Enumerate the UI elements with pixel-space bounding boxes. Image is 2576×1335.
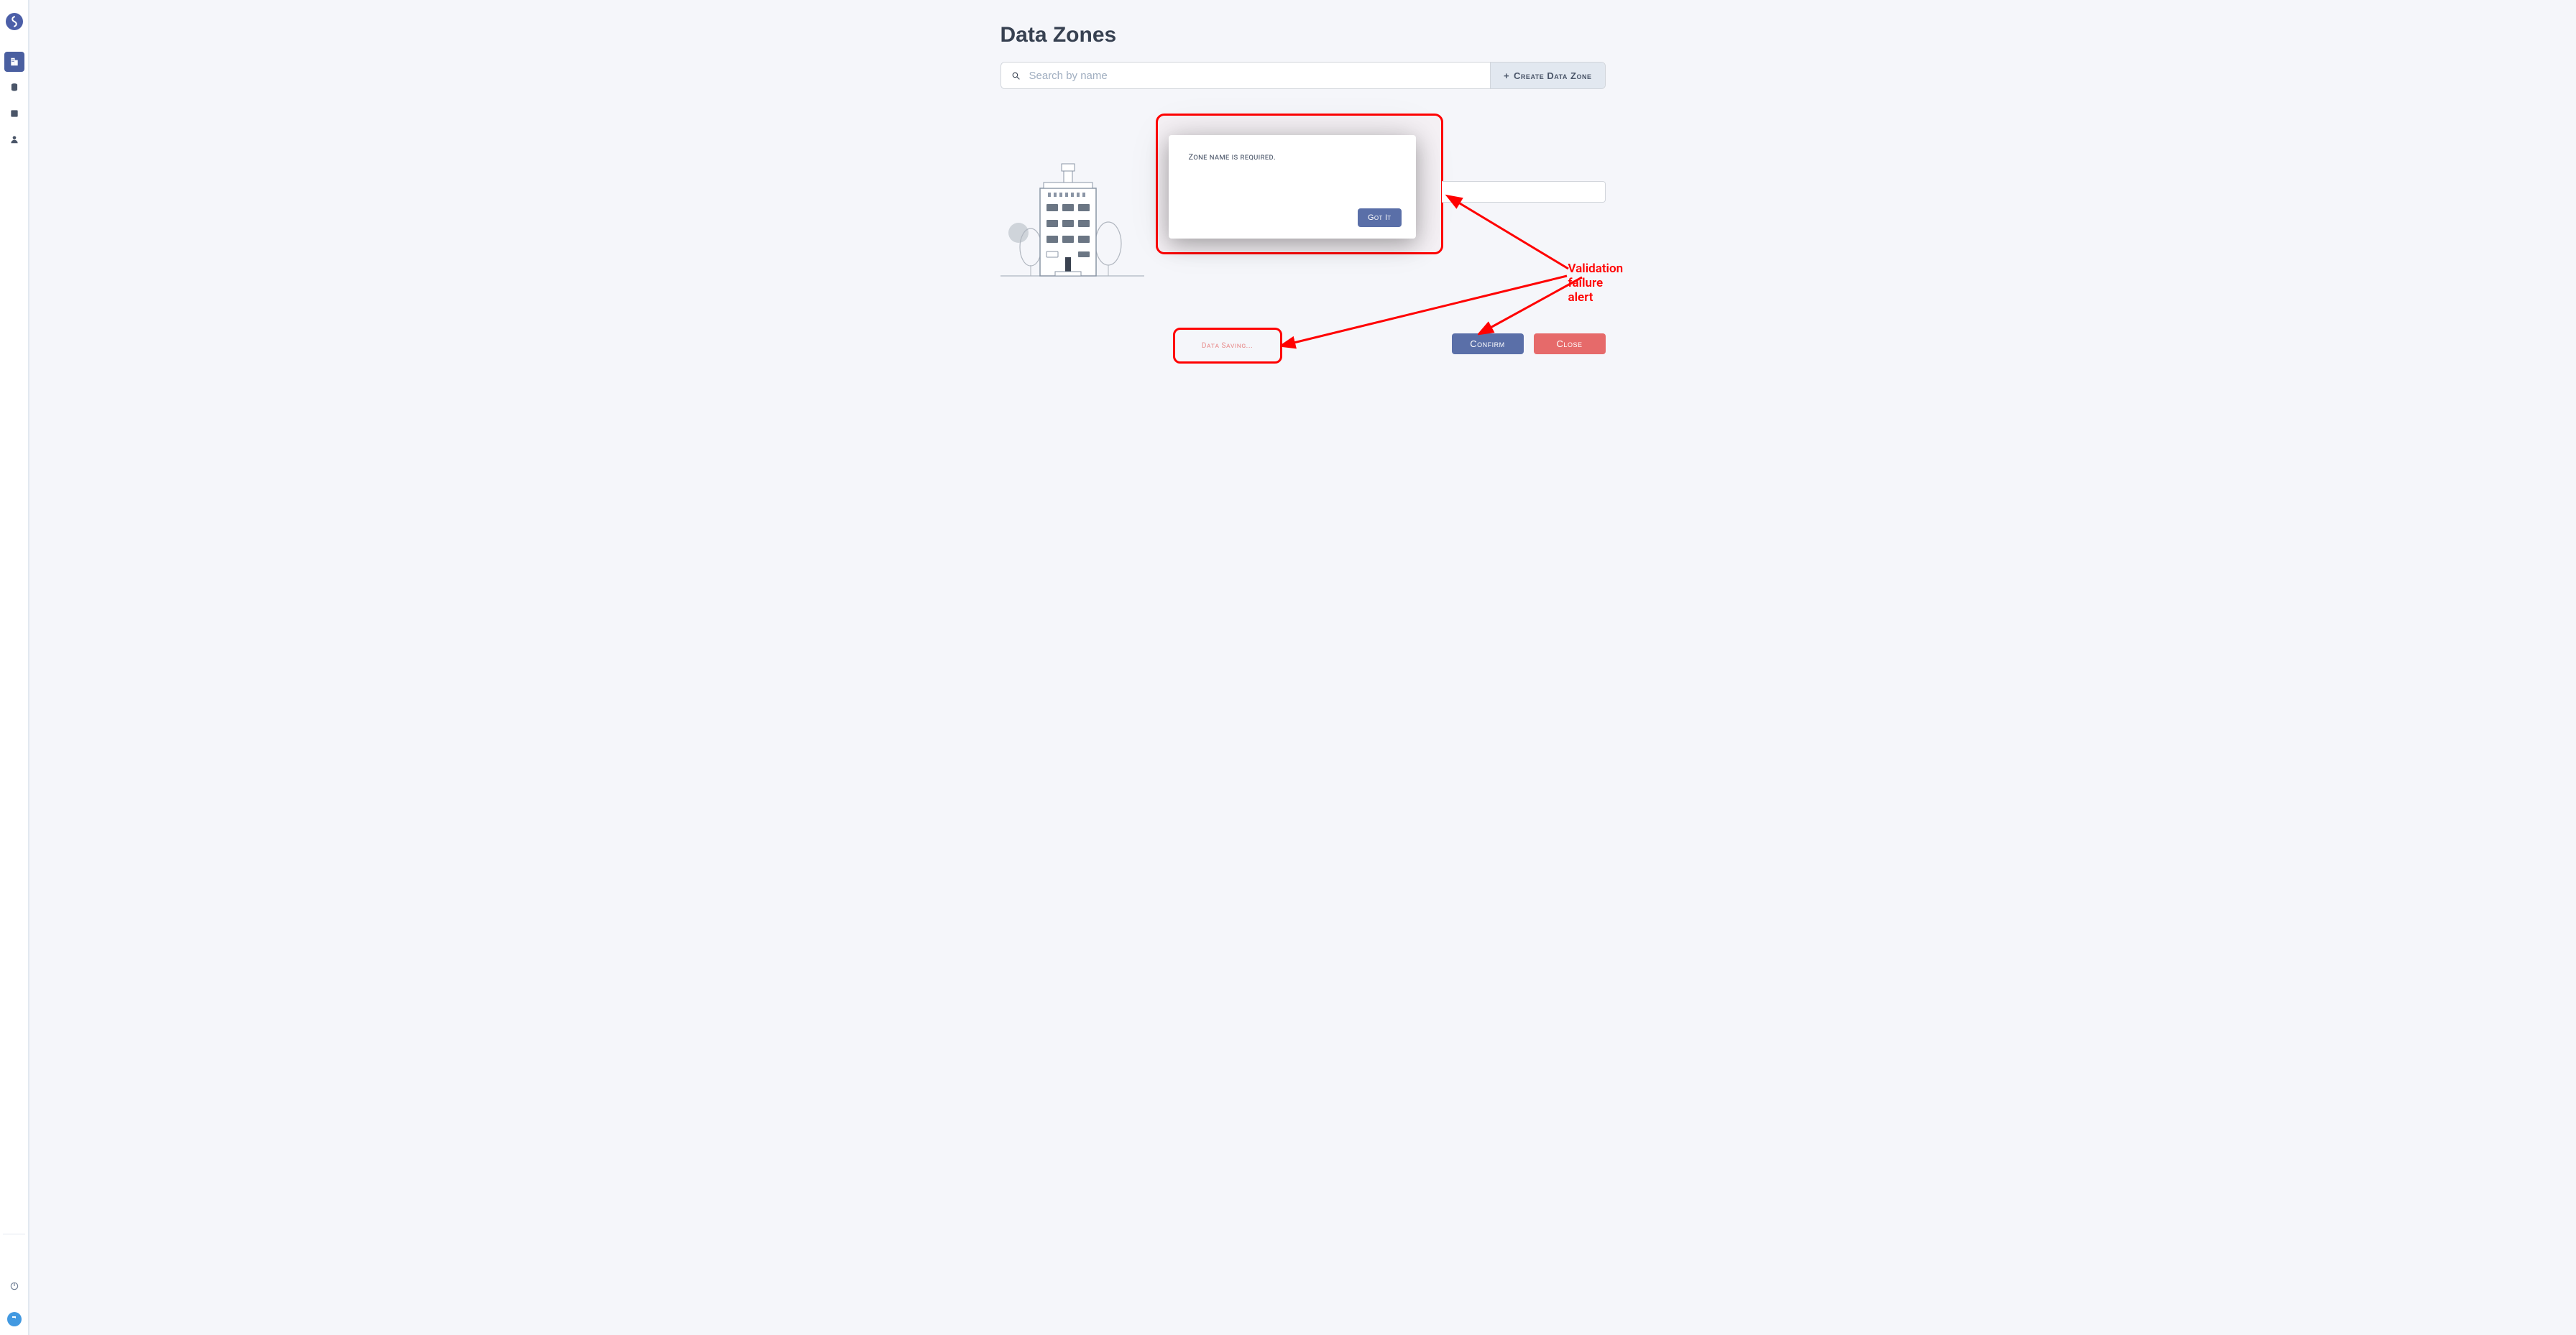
nav-building-icon[interactable] bbox=[4, 52, 24, 72]
confirm-button[interactable]: Confirm bbox=[1452, 333, 1524, 354]
create-data-zone-button[interactable]: + Create Data Zone bbox=[1490, 63, 1605, 88]
annotation-arrow-to-modal bbox=[1439, 190, 1583, 276]
search-create-row: + Create Data Zone bbox=[1000, 62, 1606, 89]
modal-message: Zone name is required. bbox=[1189, 152, 1402, 162]
search-input[interactable] bbox=[1029, 70, 1480, 82]
nav-user-icon[interactable] bbox=[4, 129, 24, 149]
nav-external-link-icon[interactable] bbox=[4, 103, 24, 124]
main-content: Data Zones + Create Data Zone bbox=[29, 0, 2576, 1335]
annotation-label: Validation failure alert bbox=[1568, 262, 1624, 305]
got-it-button[interactable]: Got It bbox=[1358, 208, 1401, 227]
nav-database-icon[interactable] bbox=[4, 78, 24, 98]
action-buttons: Confirm Close bbox=[1452, 333, 1606, 354]
annotation-highlight-saving: Data Saving... bbox=[1173, 328, 1282, 364]
page-title: Data Zones bbox=[1000, 23, 1606, 47]
data-saving-text: Data Saving... bbox=[1202, 342, 1253, 350]
power-icon[interactable] bbox=[4, 1276, 24, 1296]
building-illustration bbox=[1000, 161, 1144, 283]
annotation-arrow-to-confirm bbox=[1478, 274, 1593, 339]
create-button-label: Create Data Zone bbox=[1514, 70, 1591, 81]
app-logo-icon[interactable] bbox=[6, 13, 23, 30]
close-button[interactable]: Close bbox=[1534, 333, 1606, 354]
search-box[interactable] bbox=[1001, 63, 1490, 88]
sidebar bbox=[0, 0, 29, 1335]
input-field-partial[interactable] bbox=[1442, 181, 1606, 203]
validation-modal: Zone name is required. Got It bbox=[1169, 135, 1416, 239]
plus-icon: + bbox=[1504, 70, 1509, 81]
help-badge-icon[interactable] bbox=[7, 1312, 22, 1326]
search-icon bbox=[1011, 71, 1021, 80]
